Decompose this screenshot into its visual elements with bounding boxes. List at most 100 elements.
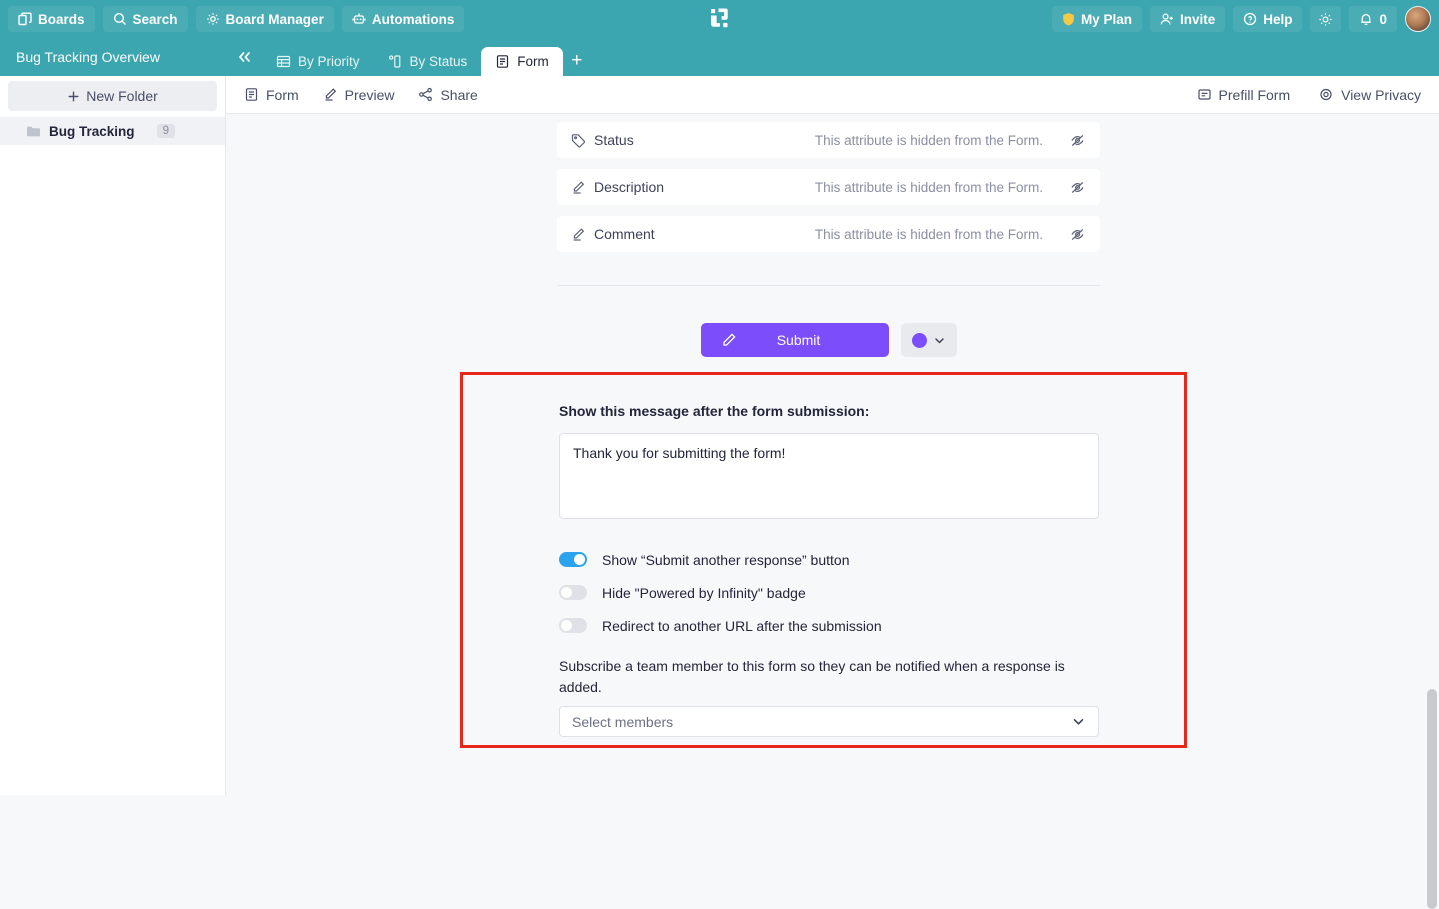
chevron-down-icon — [933, 334, 946, 347]
sun-icon — [1318, 12, 1333, 27]
subscribe-description: Subscribe a team member to this form so … — [559, 658, 1065, 695]
folder-icon — [26, 125, 41, 138]
toolbar-preview-button[interactable]: Preview — [323, 86, 395, 103]
submit-color-picker[interactable] — [900, 323, 957, 357]
attribute-label: Comment — [594, 226, 655, 242]
share-icon — [418, 87, 433, 102]
attribute-name: Comment — [571, 226, 655, 242]
folder-item-count: 9 — [156, 124, 175, 138]
tab-by-priority[interactable]: By Priority — [262, 46, 374, 76]
eye-icon — [1318, 87, 1334, 102]
tab-form-label: Form — [517, 54, 549, 69]
confirmation-message-textarea[interactable] — [559, 433, 1099, 519]
gear-icon — [206, 12, 220, 26]
search-icon — [113, 12, 127, 26]
attribute-status-text: This attribute is hidden from the Form. — [814, 226, 1043, 242]
my-plan-button[interactable]: My Plan — [1051, 6, 1142, 32]
post-submission-settings-inner: Show this message after the form submiss… — [463, 375, 1184, 737]
attribute-status-text: This attribute is hidden from the Form. — [814, 132, 1043, 148]
color-swatch — [911, 332, 927, 348]
toolbar-share-label: Share — [440, 86, 478, 103]
my-plan-label: My Plan — [1080, 11, 1132, 27]
toolbar-form-button[interactable]: Form — [244, 87, 299, 103]
message-label: Show this message after the form submiss… — [559, 403, 870, 419]
theme-toggle-button[interactable] — [1310, 6, 1342, 32]
boards-button[interactable]: Boards — [8, 6, 95, 32]
eye-off-icon[interactable] — [1069, 132, 1086, 149]
automations-button[interactable]: Automations — [341, 6, 465, 32]
prefill-form-button[interactable]: Prefill Form — [1197, 86, 1291, 103]
toggle-label: Redirect to another URL after the submis… — [602, 617, 882, 634]
hide-powered-by-badge-toggle[interactable] — [559, 585, 587, 600]
form-icon — [495, 54, 510, 69]
sidebar-item-label: Bug Tracking — [49, 123, 135, 139]
help-button[interactable]: Help — [1233, 6, 1303, 32]
toolbar-share-button[interactable]: Share — [418, 86, 478, 103]
submit-another-response-toggle[interactable] — [559, 552, 587, 567]
vertical-scrollbar-thumb[interactable] — [1427, 689, 1437, 909]
submit-button-label: Submit — [776, 332, 821, 348]
tab-by-status-label: By Status — [409, 53, 468, 69]
robot-icon — [352, 12, 366, 26]
settings-toggle-list: Show “Submit another response” button Hi… — [559, 543, 1088, 642]
tab-by-priority-label: By Priority — [298, 53, 360, 69]
invite-label: Invite — [1179, 11, 1216, 27]
notifications-button[interactable]: 0 — [1349, 6, 1397, 32]
new-folder-label: New Folder — [86, 88, 158, 104]
boards-icon — [18, 12, 32, 26]
eye-off-icon[interactable] — [1069, 179, 1086, 196]
toolbar-preview-label: Preview — [344, 86, 395, 103]
setting-redirect-url: Redirect to another URL after the submis… — [559, 609, 1088, 642]
automations-label: Automations — [371, 11, 455, 27]
view-privacy-button[interactable]: View Privacy — [1318, 87, 1421, 103]
tab-form[interactable]: Form — [481, 47, 563, 76]
chevrons-left-icon — [236, 50, 253, 64]
collapse-sidebar-button[interactable] — [226, 38, 262, 76]
select-members-dropdown[interactable]: Select members — [559, 706, 1099, 737]
attribute-label: Description — [594, 179, 665, 195]
sidebar-item-bug-tracking[interactable]: Bug Tracking 9 — [0, 117, 225, 145]
add-tab-button[interactable]: + — [563, 46, 591, 76]
top-nav-right-group: My Plan Invite Help 0 — [1051, 6, 1431, 32]
tag-icon — [571, 133, 586, 148]
attribute-name: Description — [571, 179, 664, 195]
eye-off-icon[interactable] — [1069, 226, 1086, 243]
form-icon — [244, 87, 259, 102]
invite-button[interactable]: Invite — [1149, 6, 1226, 32]
chevron-down-icon — [1071, 714, 1086, 729]
redirect-url-toggle[interactable] — [559, 618, 587, 633]
shield-icon — [1062, 12, 1075, 26]
search-button[interactable]: Search — [102, 6, 188, 32]
bell-icon — [1359, 12, 1373, 26]
prefill-form-label: Prefill Form — [1218, 86, 1291, 103]
vertical-scrollbar-track[interactable] — [1425, 114, 1439, 909]
board-tab-strip: Bug Tracking Overview By Priority By Sta… — [0, 38, 1439, 76]
board-title: Bug Tracking Overview — [16, 49, 160, 65]
attribute-label: Status — [594, 132, 634, 148]
tab-by-status[interactable]: By Status — [374, 46, 482, 76]
prefill-icon — [1197, 87, 1212, 102]
attribute-name: Status — [571, 132, 634, 148]
attribute-row-status[interactable]: Status This attribute is hidden from the… — [557, 122, 1100, 158]
pencil-icon — [571, 227, 586, 242]
pencil-icon — [323, 87, 338, 102]
boards-label: Boards — [38, 11, 85, 27]
form-builder-content: Status This attribute is hidden from the… — [226, 114, 1439, 795]
submit-button[interactable]: Submit — [700, 323, 889, 357]
setting-submit-another-response: Show “Submit another response” button — [559, 543, 1088, 576]
avatar[interactable] — [1405, 6, 1431, 32]
user-add-icon — [1160, 12, 1174, 26]
columns-icon — [388, 54, 403, 69]
sidebar: New Folder Bug Tracking 9 — [0, 76, 226, 795]
attribute-row-description[interactable]: Description This attribute is hidden fro… — [557, 169, 1100, 205]
attribute-status-text: This attribute is hidden from the Form. — [814, 179, 1043, 195]
plus-icon — [67, 90, 80, 103]
infinity-logo[interactable] — [705, 5, 733, 33]
new-folder-button[interactable]: New Folder — [8, 81, 217, 111]
submit-button-row: Submit — [557, 323, 1100, 357]
board-manager-button[interactable]: Board Manager — [195, 6, 334, 32]
toggle-label: Show “Submit another response” button — [602, 551, 850, 568]
attribute-row-comment[interactable]: Comment This attribute is hidden from th… — [557, 216, 1100, 252]
view-privacy-label: View Privacy — [1341, 86, 1421, 103]
section-divider — [557, 285, 1100, 286]
